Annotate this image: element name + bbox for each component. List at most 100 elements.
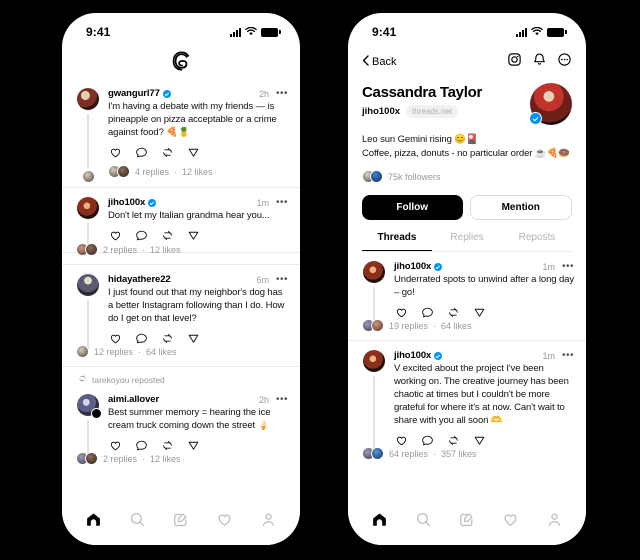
like-icon[interactable] [109, 332, 122, 345]
post-item[interactable]: hidayathere22 6m ••• I just found out th… [62, 265, 300, 355]
comment-icon[interactable] [135, 332, 148, 345]
share-icon[interactable] [473, 306, 486, 319]
like-count[interactable]: 64 likes [146, 347, 177, 357]
bottom-tab-bar-right [348, 501, 586, 545]
like-count[interactable]: 357 likes [441, 449, 477, 459]
post-item[interactable]: gwangurl77 2h ••• I'm having a debate wi… [62, 79, 300, 188]
post-actions [395, 434, 574, 447]
post-header: hidayathere22 6m ••• [108, 274, 288, 285]
avatar[interactable] [77, 274, 99, 296]
bell-icon[interactable] [532, 52, 547, 72]
tab-replies[interactable]: Replies [432, 232, 502, 251]
post-more-icon[interactable]: ••• [276, 197, 288, 207]
share-icon[interactable] [473, 434, 486, 447]
avatar[interactable] [363, 350, 385, 372]
share-icon[interactable] [187, 146, 200, 159]
reply-count[interactable]: 64 replies [389, 449, 428, 459]
post-timestamp: 1m [542, 350, 555, 361]
avatar [76, 345, 89, 358]
post-more-icon[interactable]: ••• [276, 274, 288, 284]
feed-list-left[interactable]: gwangurl77 2h ••• I'm having a debate wi… [62, 79, 300, 501]
reply-count[interactable]: 2 replies [103, 454, 137, 464]
share-icon[interactable] [187, 332, 200, 345]
reply-avatars [81, 170, 95, 183]
bottom-tab-bar-left [62, 501, 300, 545]
like-icon[interactable] [395, 434, 408, 447]
like-icon[interactable] [109, 439, 122, 452]
comment-icon[interactable] [135, 229, 148, 242]
profile-icon[interactable] [546, 511, 563, 528]
compose-icon[interactable] [172, 511, 189, 528]
post-avatar-column [360, 261, 388, 325]
post-username[interactable]: aimi.allover [108, 394, 159, 405]
reply-count[interactable]: 19 replies [389, 321, 428, 331]
post-text: V excited about the project I've been wo… [394, 363, 569, 426]
post-username[interactable]: jiho100x [108, 197, 145, 208]
avatar[interactable] [77, 88, 99, 110]
feed-list-right[interactable]: jiho100x 1m ••• Underrated spots to unwi… [348, 252, 586, 501]
nav-bar: Back [348, 47, 586, 77]
like-count[interactable]: 12 likes [150, 454, 181, 464]
post-avatar-column [74, 394, 102, 458]
activity-heart-icon[interactable] [216, 511, 233, 528]
repost-icon [78, 374, 87, 385]
post-username[interactable]: jiho100x [394, 261, 431, 272]
comment-icon[interactable] [421, 306, 434, 319]
post-header: jiho100x 1m ••• [108, 197, 288, 208]
post-item[interactable]: aimi.allover 2h ••• Best summer memory =… [62, 385, 300, 462]
followers-row[interactable]: 75k followers [362, 170, 572, 183]
post-more-icon[interactable]: ••• [562, 350, 574, 360]
like-count[interactable]: 12 likes [182, 167, 213, 177]
comment-icon[interactable] [135, 439, 148, 452]
like-count[interactable]: 64 likes [441, 321, 472, 331]
post-username[interactable]: jiho100x [394, 350, 431, 361]
search-icon[interactable] [415, 511, 432, 528]
reply-count[interactable]: 12 replies [94, 347, 133, 357]
repost-icon[interactable] [161, 332, 174, 345]
profile-handle: jiho100x [362, 106, 401, 117]
repost-icon[interactable] [161, 229, 174, 242]
like-icon[interactable] [109, 229, 122, 242]
post-username[interactable]: hidayathere22 [108, 274, 171, 285]
tab-reposts[interactable]: Reposts [502, 232, 572, 251]
sidebar-item-home[interactable] [371, 511, 388, 528]
repost-icon[interactable] [447, 434, 460, 447]
avatar[interactable] [363, 261, 385, 283]
follow-button[interactable]: Follow [362, 195, 463, 220]
back-button[interactable]: Back [362, 55, 396, 69]
comment-icon[interactable] [135, 146, 148, 159]
tab-threads[interactable]: Threads [362, 232, 432, 251]
post-more-icon[interactable]: ••• [276, 394, 288, 404]
sidebar-item-home[interactable] [85, 511, 102, 528]
post-username[interactable]: gwangurl77 [108, 88, 160, 99]
instagram-icon[interactable] [507, 52, 522, 72]
followers-count: 75k followers [388, 171, 441, 182]
mention-button[interactable]: Mention [469, 195, 572, 220]
avatar[interactable] [77, 197, 99, 219]
share-icon[interactable] [187, 439, 200, 452]
repost-icon[interactable] [447, 306, 460, 319]
profile-icon[interactable] [260, 511, 277, 528]
activity-heart-icon[interactable] [502, 511, 519, 528]
compose-icon[interactable] [458, 511, 475, 528]
like-icon[interactable] [109, 146, 122, 159]
post-item[interactable]: jiho100x 1m ••• V excited about the proj… [348, 341, 586, 457]
thread-connector [87, 300, 89, 349]
repost-banner: tarekoyou reposted [62, 367, 300, 385]
threads-badge-icon [91, 408, 102, 419]
profile-handle-row: jiho100x threads.net [362, 105, 530, 118]
avatar [117, 165, 130, 178]
post-more-icon[interactable]: ••• [276, 88, 288, 98]
search-icon[interactable] [129, 511, 146, 528]
post-item[interactable]: jiho100x 1m ••• Underrated spots to unwi… [348, 252, 586, 329]
reply-count[interactable]: 2 replies [103, 245, 137, 255]
share-icon[interactable] [187, 229, 200, 242]
post-more-icon[interactable]: ••• [562, 261, 574, 271]
like-icon[interactable] [395, 306, 408, 319]
reply-count[interactable]: 4 replies [135, 167, 169, 177]
repost-icon[interactable] [161, 439, 174, 452]
more-circle-icon[interactable] [557, 52, 572, 72]
comment-icon[interactable] [421, 434, 434, 447]
like-count[interactable]: 12 likes [150, 245, 181, 255]
repost-icon[interactable] [161, 146, 174, 159]
